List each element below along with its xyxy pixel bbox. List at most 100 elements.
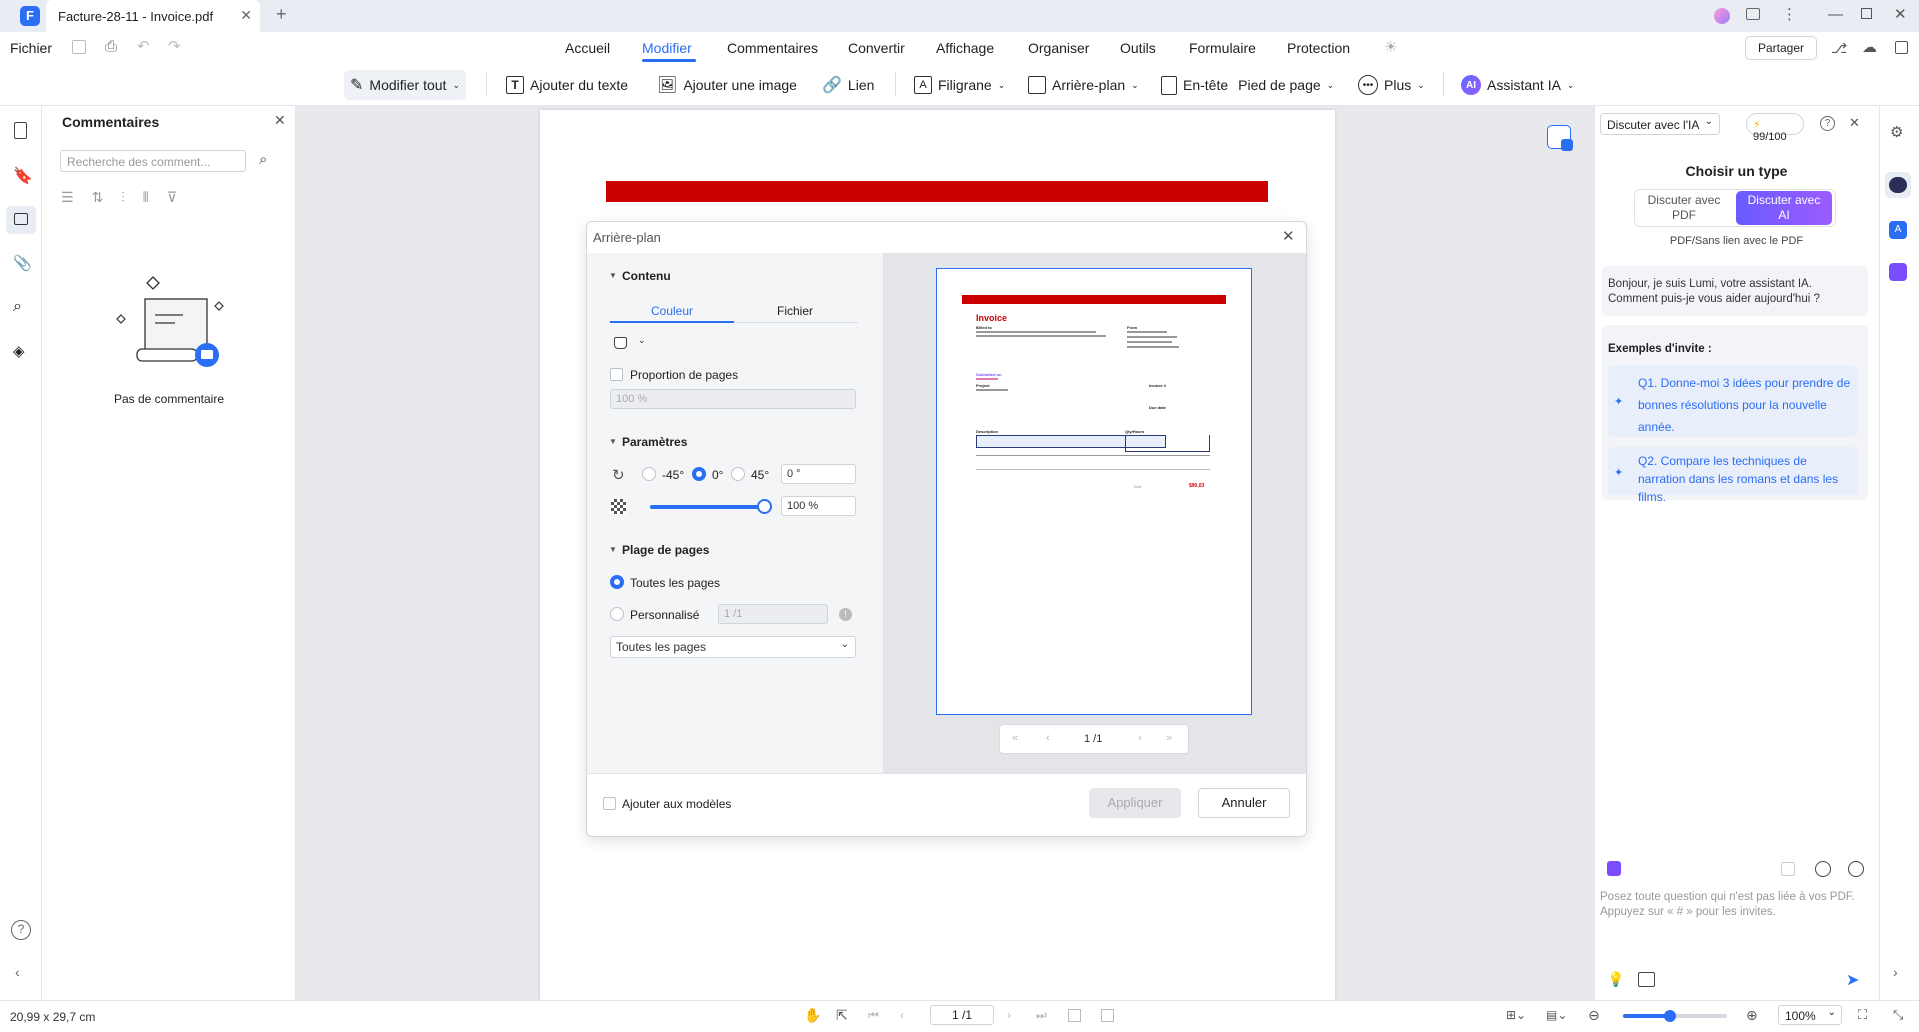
menu-convert[interactable]: Convertir	[848, 40, 905, 56]
angle-45-radio[interactable]	[731, 467, 745, 481]
ai-mode-select[interactable]: Discuter avec l'IA ⌄	[1600, 113, 1720, 135]
add-text-button[interactable]: T Ajouter du texte	[506, 70, 628, 100]
ai-settings-icon[interactable]	[1848, 861, 1864, 877]
more-options-icon[interactable]: ⋮	[1782, 5, 1797, 23]
watermark-button[interactable]: A Filigrane ⌄	[914, 70, 1005, 100]
close-ai-panel-icon[interactable]: ✕	[1849, 115, 1860, 131]
chat-with-ai-option[interactable]: Discuter avec AI	[1736, 191, 1832, 225]
close-tab-icon[interactable]: ✕	[240, 7, 252, 24]
share-button[interactable]: Partager	[1745, 36, 1817, 60]
properties-icon[interactable]: ⚙	[1890, 123, 1903, 141]
header-footer-button[interactable]: En-tête Pied de page ⌄	[1161, 70, 1334, 100]
close-dialog-icon[interactable]: ✕	[1282, 227, 1295, 245]
help-icon[interactable]: ?	[11, 920, 31, 940]
lightbulb-icon[interactable]: ☀	[1384, 38, 1397, 56]
cancel-button[interactable]: Annuler	[1198, 788, 1290, 818]
restore-icon[interactable]	[1861, 8, 1872, 19]
tab-file[interactable]: Fichier	[777, 304, 813, 318]
hand-tool-icon[interactable]: ✋	[804, 1007, 821, 1024]
ai-assistant-button[interactable]: AI Assistant IA ⌄	[1461, 70, 1574, 100]
collapse-triangle-icon[interactable]: ▼	[609, 271, 617, 280]
new-tab-icon[interactable]: +	[276, 4, 287, 25]
custom-range-input[interactable]: 1 /1	[718, 604, 828, 624]
opacity-slider-handle[interactable]	[756, 499, 772, 514]
menu-tools[interactable]: Outils	[1120, 40, 1156, 56]
save-icon[interactable]	[72, 40, 86, 54]
proportion-input[interactable]: 100 %	[610, 389, 856, 409]
filter-icon[interactable]: ⊽	[167, 189, 195, 205]
close-window-icon[interactable]: ✕	[1894, 5, 1907, 23]
new-chat-icon[interactable]	[1781, 862, 1795, 876]
document-tab[interactable]: Facture-28-11 - Invoice.pdf ✕	[46, 0, 260, 32]
page-thumbnails-icon[interactable]	[14, 122, 27, 139]
reading-mode-icon[interactable]: ▤⌄	[1546, 1008, 1567, 1022]
search-icon[interactable]: ⌕	[259, 151, 267, 168]
undo-icon[interactable]: ↶	[137, 37, 150, 55]
apply-button[interactable]: Appliquer	[1089, 788, 1181, 818]
first-page-icon[interactable]: ⏮	[868, 1008, 879, 1023]
layers-icon[interactable]: ◈	[13, 342, 33, 362]
prev-page-icon[interactable]: ‹	[1046, 732, 1050, 744]
search-icon[interactable]: ⌕	[13, 298, 33, 318]
opacity-slider-track[interactable]	[650, 505, 764, 509]
page-layout-icon[interactable]: ⊞⌄	[1506, 1008, 1526, 1022]
exit-fullscreen-icon[interactable]: ⤡	[1893, 1007, 1903, 1023]
first-page-icon[interactable]: «	[1012, 732, 1018, 744]
menu-home[interactable]: Accueil	[565, 40, 610, 56]
fit-width-icon[interactable]	[1101, 1009, 1114, 1022]
workflow-icon[interactable]: ⎇	[1831, 40, 1847, 57]
angle-input[interactable]: 0 °	[781, 464, 856, 484]
add-image-button[interactable]: 🖼 Ajouter une image	[657, 70, 797, 100]
cloud-upload-icon[interactable]: ☁	[1862, 38, 1877, 56]
print-icon[interactable]: ⎙	[105, 38, 117, 55]
expand-icon[interactable]	[1895, 41, 1908, 54]
custom-range-radio[interactable]	[610, 607, 624, 621]
chat-with-pdf-option[interactable]: Discuter avec PDF	[1640, 192, 1728, 224]
menu-comments[interactable]: Commentaires	[727, 40, 818, 56]
menu-protection[interactable]: Protection	[1287, 40, 1350, 56]
menu-form[interactable]: Formulaire	[1189, 40, 1256, 56]
tips-icon[interactable]: 💡	[1607, 971, 1624, 988]
columns-icon[interactable]: ⫴	[143, 189, 167, 205]
ai-help-icon[interactable]: ?	[1820, 116, 1835, 131]
select-tool-icon[interactable]: ⇱	[836, 1007, 848, 1024]
angle-0-radio[interactable]	[692, 467, 706, 481]
angle-minus45-radio[interactable]	[642, 467, 656, 481]
insert-image-icon[interactable]	[1638, 972, 1655, 987]
collapse-right-icon[interactable]: ›	[1893, 964, 1898, 980]
ai-example-prompt-2[interactable]: ✦ Q2. Compare les techniques de narratio…	[1608, 447, 1858, 504]
zoom-in-icon[interactable]: ⊕	[1746, 1007, 1758, 1024]
info-icon[interactable]: !	[839, 608, 852, 621]
bookmark-icon[interactable]: 🔖	[13, 166, 33, 186]
background-button[interactable]: Arrière-plan ⌄	[1028, 70, 1139, 100]
feedback-icon[interactable]	[1746, 8, 1760, 20]
account-avatar[interactable]	[1714, 8, 1730, 24]
fullscreen-icon[interactable]: ⛶	[1858, 1007, 1867, 1023]
ai-question-input[interactable]: Posez toute question qui n'est pas liée …	[1600, 890, 1872, 970]
tab-color[interactable]: Couleur	[651, 304, 693, 318]
minimize-icon[interactable]: —	[1828, 6, 1843, 23]
last-page-icon[interactable]: »	[1166, 732, 1172, 744]
last-page-icon[interactable]: ⏭	[1036, 1008, 1047, 1023]
attachment-icon[interactable]: 📎	[13, 254, 33, 274]
comments-rail-button[interactable]	[6, 206, 36, 234]
next-page-icon[interactable]: ›	[1138, 732, 1142, 744]
list-icon[interactable]: ☰	[61, 189, 92, 205]
page-number-input[interactable]: 1 /1	[930, 1005, 994, 1025]
redo-icon[interactable]: ↷	[168, 37, 181, 55]
range-select[interactable]: Toutes les pages ⌄	[610, 636, 856, 658]
comment-search-input[interactable]: Recherche des comment...	[60, 150, 246, 172]
fit-page-icon[interactable]	[1068, 1009, 1081, 1022]
zoom-out-icon[interactable]: ⊖	[1588, 1007, 1600, 1024]
prompt-library-icon[interactable]	[1607, 861, 1621, 876]
zoom-slider-handle[interactable]	[1663, 1010, 1676, 1022]
fill-color-picker[interactable]: ⌄	[612, 335, 650, 355]
menu-edit[interactable]: Modifier	[642, 40, 692, 56]
file-menu[interactable]: Fichier	[10, 40, 52, 56]
sort-icon[interactable]: ⇅	[92, 189, 122, 205]
next-page-icon[interactable]: ›	[1007, 1008, 1011, 1022]
send-icon[interactable]: ➤	[1846, 970, 1859, 990]
history-icon[interactable]	[1815, 861, 1831, 877]
edit-all-button[interactable]: ✎ Modifier tout ⌄	[344, 70, 466, 100]
more-button[interactable]: ••• Plus ⌄	[1358, 70, 1425, 100]
